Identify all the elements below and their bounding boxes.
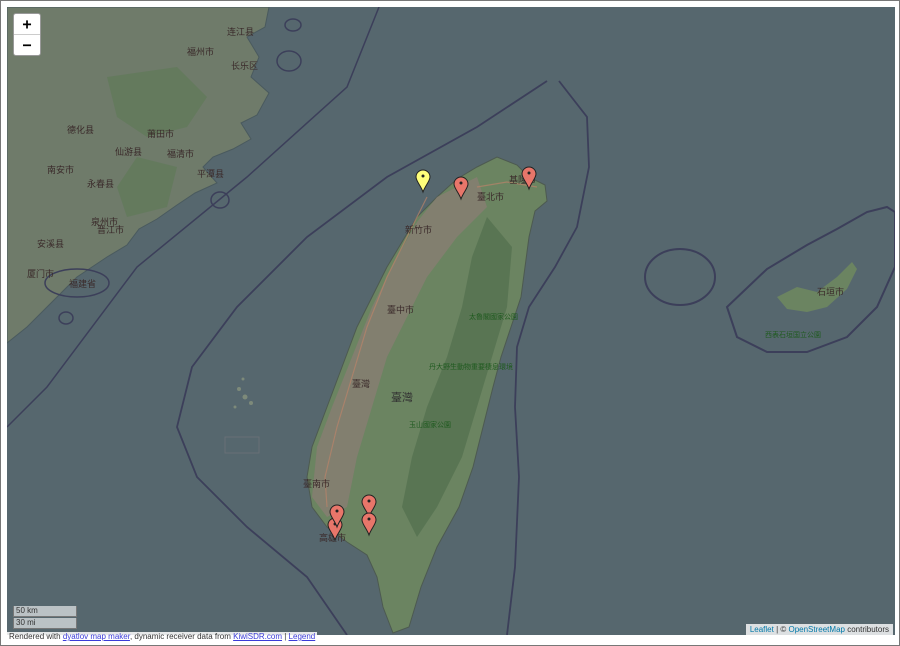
tool-link[interactable]: dyatlov map maker — [63, 632, 130, 641]
label-yongchun: 永春县 — [87, 178, 114, 190]
label-changle: 长乐区 — [231, 60, 258, 72]
zoom-out-button[interactable]: − — [14, 35, 40, 55]
osm-link[interactable]: OpenStreetMap — [788, 625, 844, 634]
label-jinjiang: 晋江市 — [97, 224, 124, 236]
label-wildlife-area: 丹大野生動物重要棲息環境 — [429, 362, 513, 371]
marker-yellow-offshore[interactable] — [415, 169, 431, 194]
label-iriomote-park: 西表石垣国立公園 — [765, 330, 821, 339]
label-taroko-park: 太魯閣國家公園 — [469, 312, 518, 321]
label-fuqing: 福清市 — [167, 148, 194, 160]
penghu-box — [224, 436, 260, 454]
attribution-suffix: contributors — [844, 625, 889, 634]
label-lianjiang: 连江县 — [227, 26, 254, 38]
zoom-in-button[interactable]: + — [14, 14, 40, 35]
map-canvas[interactable]: 福州市 莆田市 泉州市 厦门市 福建省 臺北市 基隆市 新竹市 臺中市 臺灣 臺… — [7, 7, 895, 635]
credit-middle: , dynamic receiver data from — [129, 632, 234, 641]
label-fuzhou: 福州市 — [187, 46, 214, 58]
map-attribution: Leaflet | © OpenStreetMap contributors — [745, 624, 893, 635]
label-yushan-park: 玉山國家公園 — [409, 420, 451, 429]
label-anxi: 安溪县 — [37, 238, 64, 250]
island-matsu-2 — [284, 18, 302, 32]
kiwisdr-link[interactable]: KiwiSDR.com — [233, 632, 282, 641]
credit-prefix: Rendered with — [9, 632, 63, 641]
island-matsu — [276, 50, 302, 72]
taiwan-territorial-boundary — [506, 80, 590, 635]
zoom-control: + − — [13, 13, 41, 56]
island-ishigaki — [777, 262, 857, 312]
label-ishigaki: 石垣市 — [817, 286, 844, 298]
render-credit: Rendered with dyatlov map maker, dynamic… — [7, 632, 318, 641]
label-taichung: 臺中市 — [387, 304, 414, 316]
label-dehua: 德化县 — [67, 124, 94, 136]
island-small — [58, 311, 74, 325]
scale-mi: 30 mi — [13, 618, 77, 629]
label-nanan: 南安市 — [47, 164, 74, 176]
attribution-separator: | © — [773, 625, 789, 634]
label-taiwan-region: 臺灣 — [352, 378, 370, 390]
map-frame: 福州市 莆田市 泉州市 厦门市 福建省 臺北市 基隆市 新竹市 臺中市 臺灣 臺… — [0, 0, 900, 646]
island-yonaguni — [644, 248, 716, 306]
label-taipei: 臺北市 — [477, 191, 504, 203]
label-fujian: 福建省 — [69, 278, 96, 290]
label-taiwan: 臺灣 — [391, 390, 413, 404]
label-tainan: 臺南市 — [303, 478, 330, 490]
label-pingtan: 平潭县 — [197, 169, 224, 180]
penghu-islands — [233, 377, 253, 409]
label-hsinchu: 新竹市 — [405, 224, 432, 236]
label-xianyou: 仙游县 — [115, 146, 142, 158]
scale-km: 50 km — [13, 606, 77, 617]
legend-link[interactable]: Legend — [289, 632, 316, 641]
label-putian: 莆田市 — [147, 128, 174, 140]
map-tiles: 福州市 莆田市 泉州市 厦门市 福建省 臺北市 基隆市 新竹市 臺中市 臺灣 臺… — [7, 7, 895, 635]
label-xiamen: 厦门市 — [27, 268, 54, 280]
leaflet-link[interactable]: Leaflet — [750, 625, 774, 634]
